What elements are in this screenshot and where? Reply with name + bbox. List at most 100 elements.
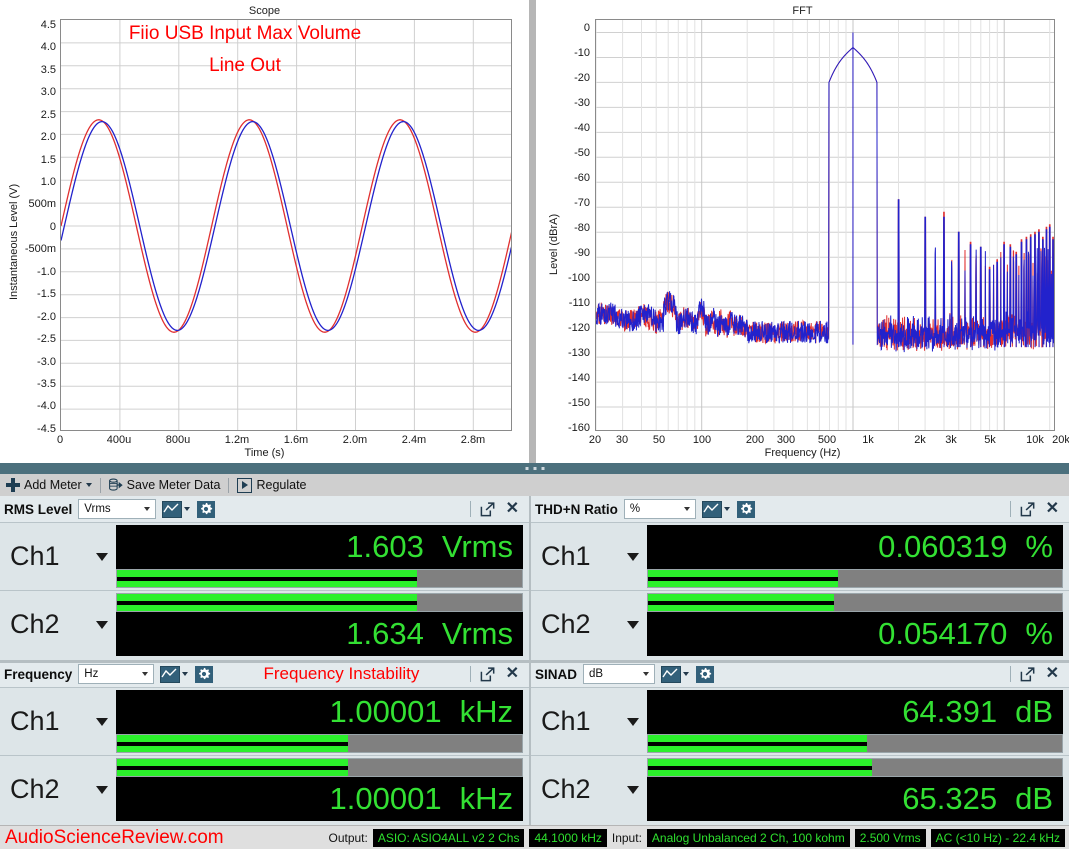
- fft-xtick: 30: [615, 434, 629, 446]
- unit-select-value: %: [629, 503, 641, 515]
- channel-readout: 65.325 dB: [647, 758, 1063, 821]
- sample-rate-chip[interactable]: 44.1000 kHz: [529, 828, 607, 847]
- unit-select-value: dB: [589, 668, 604, 680]
- level-bar: [116, 734, 523, 753]
- fft-ytick: 0: [583, 22, 590, 34]
- channel-dropdown-icon[interactable]: [96, 717, 108, 726]
- chevron-down-icon[interactable]: [85, 483, 92, 487]
- show-graph-button[interactable]: [701, 500, 730, 518]
- popout-icon[interactable]: [480, 501, 495, 517]
- meter-header: THD+N Ratio % ✕: [531, 496, 1069, 523]
- input-filter-chip[interactable]: AC (<10 Hz) - 22.4 kHz: [930, 828, 1065, 847]
- channel-dropdown-icon[interactable]: [96, 785, 108, 794]
- popout-icon[interactable]: [480, 666, 495, 682]
- fft-ytick: -110: [568, 297, 590, 309]
- add-meter-button[interactable]: Add Meter: [0, 475, 98, 495]
- meter-panel-rms-level: RMS Level Vrms ✕ Ch1 1.603 Vrms Ch2 1.63…: [0, 496, 529, 660]
- fft-plot[interactable]: [595, 19, 1055, 431]
- plus-icon: [6, 478, 20, 492]
- value-number: 0.060319: [878, 529, 1008, 564]
- close-icon[interactable]: ✕: [1044, 501, 1061, 517]
- scope-xtick: 0: [56, 434, 64, 446]
- value-display: 64.391 dB: [647, 690, 1063, 734]
- scope-xtick: 1.2m: [224, 434, 250, 446]
- fft-svg: [596, 20, 1054, 430]
- meter-row-ch1: Ch1 0.060319 %: [531, 523, 1069, 590]
- meter-settings-button[interactable]: [195, 665, 214, 683]
- input-range-chip[interactable]: 2.500 Vrms: [854, 828, 926, 847]
- show-graph-button[interactable]: [160, 665, 189, 683]
- gear-icon: [740, 502, 753, 515]
- chevron-down-icon[interactable]: [683, 672, 690, 676]
- level-bar-peak-line: [117, 741, 348, 746]
- fft-xtick: 5k: [984, 434, 996, 446]
- fft-ytick: -30: [574, 97, 590, 109]
- close-icon[interactable]: ✕: [1044, 666, 1061, 682]
- close-icon[interactable]: ✕: [504, 666, 521, 682]
- scope-ytick: 3.0: [40, 86, 56, 98]
- channel-dropdown-icon[interactable]: [627, 717, 639, 726]
- chevron-down-icon[interactable]: [182, 672, 189, 676]
- channel-dropdown-icon[interactable]: [627, 620, 639, 629]
- unit-select-value: Hz: [84, 668, 99, 680]
- popout-icon[interactable]: [1020, 666, 1035, 682]
- value-number: 64.391: [902, 694, 998, 729]
- value-display: 0.060319 %: [647, 525, 1063, 569]
- regulate-label: Regulate: [256, 478, 307, 492]
- value-display: 65.325 dB: [647, 777, 1063, 821]
- close-icon[interactable]: ✕: [504, 501, 521, 517]
- value-unit: dB: [1015, 781, 1053, 816]
- unit-select[interactable]: Hz: [78, 664, 155, 684]
- popout-icon[interactable]: [1020, 501, 1035, 517]
- fft-ytick: -120: [567, 322, 590, 334]
- meter-settings-button[interactable]: [197, 500, 216, 518]
- level-bar: [116, 569, 523, 588]
- channel-readout: 0.054170 %: [647, 593, 1063, 656]
- fft-x-axis-label: Frequency (Hz): [764, 447, 841, 459]
- fft-ytick: -20: [574, 72, 590, 84]
- output-device-chip[interactable]: ASIO: ASIO4ALL v2 2 Chs: [372, 828, 525, 847]
- meter-body: Ch1 1.00001 kHz Ch2 1.00001 kHz: [0, 688, 529, 825]
- value-display: 1.603 Vrms: [116, 525, 523, 569]
- input-device-chip[interactable]: Analog Unbalanced 2 Ch, 100 kohm: [646, 828, 850, 847]
- regulate-button[interactable]: Regulate: [231, 475, 312, 495]
- channel-dropdown-icon[interactable]: [96, 620, 108, 629]
- channel-label: Ch1: [541, 541, 591, 571]
- scope-plot[interactable]: [60, 19, 512, 431]
- channel-dropdown-icon[interactable]: [627, 785, 639, 794]
- scope-xtick: 400u: [106, 434, 132, 446]
- fft-xtick-20k: 20k: [1052, 434, 1069, 446]
- fft-ytick: -100: [567, 272, 590, 284]
- scope-ytick: -1.5: [37, 288, 56, 300]
- meter-body: Ch1 0.060319 % Ch2 0.054170 %: [531, 523, 1069, 660]
- fft-xtick: 300: [776, 434, 796, 446]
- channel-readout: 0.060319 %: [647, 525, 1063, 588]
- meter-body: Ch1 64.391 dB Ch2 65.325 dB: [531, 688, 1069, 825]
- horizontal-splitter[interactable]: [0, 463, 1069, 474]
- meter-panel-thdn-ratio: THD+N Ratio % ✕ Ch1 0.060319 % Ch2 0.054…: [531, 496, 1069, 660]
- value-unit: dB: [1015, 694, 1053, 729]
- channel-dropdown-icon[interactable]: [627, 552, 639, 561]
- show-graph-button[interactable]: [162, 500, 191, 518]
- level-bar-peak-line: [117, 576, 417, 581]
- value-unit: %: [1025, 616, 1053, 651]
- meter-toolbar: Add Meter Save Meter Data Regulate: [0, 474, 1069, 497]
- fft-xtick: 50: [652, 434, 666, 446]
- chevron-down-icon[interactable]: [184, 507, 191, 511]
- fft-ytick: -60: [574, 172, 590, 184]
- chevron-down-icon[interactable]: [723, 507, 730, 511]
- meter-settings-button[interactable]: [736, 500, 755, 518]
- unit-select[interactable]: %: [623, 499, 696, 519]
- channel-dropdown-icon[interactable]: [96, 552, 108, 561]
- meter-annotation: Frequency Instability: [263, 664, 420, 683]
- meter-row-ch2: Ch2 1.00001 kHz: [0, 756, 529, 823]
- save-meter-data-button[interactable]: Save Meter Data: [103, 475, 227, 495]
- unit-select[interactable]: dB: [583, 664, 656, 684]
- meter-settings-button[interactable]: [696, 665, 715, 683]
- scope-ytick: -1.0: [37, 266, 56, 278]
- charts-vertical-splitter[interactable]: [529, 0, 536, 463]
- value-display: 0.054170 %: [647, 612, 1063, 656]
- meter-title: RMS Level: [4, 501, 73, 517]
- unit-select[interactable]: Vrms: [78, 499, 157, 519]
- show-graph-button[interactable]: [661, 665, 690, 683]
